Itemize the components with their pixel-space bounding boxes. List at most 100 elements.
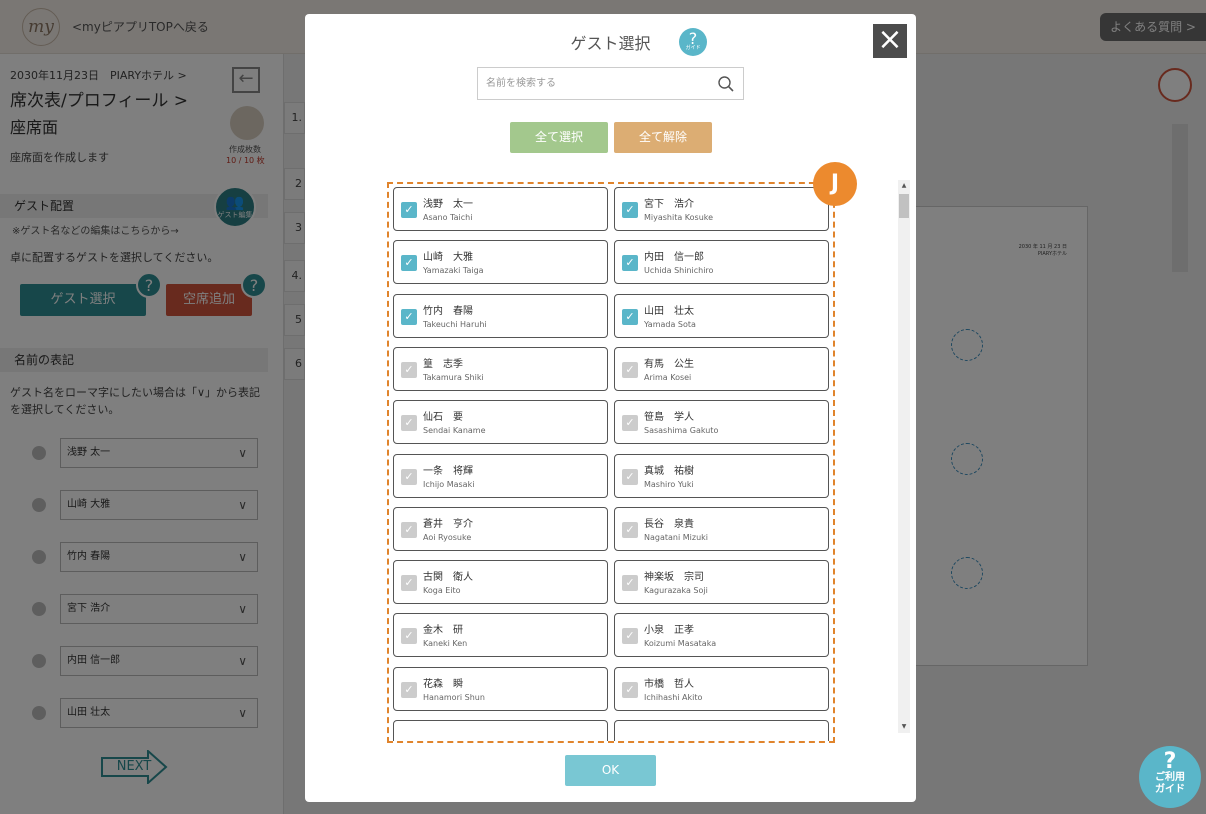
guest-name: 笹島 学人 bbox=[644, 412, 694, 424]
guest-name: 一条 将輝 bbox=[423, 465, 473, 477]
guest-card[interactable]: ✓ 浅野 太一 Asano Taichi bbox=[393, 187, 608, 231]
guest-card[interactable]: ✓ 一条 将輝 Ichijo Masaki bbox=[393, 453, 608, 498]
close-button[interactable]: × bbox=[873, 24, 907, 58]
guest-romaji: Mashiro Yuki bbox=[644, 479, 694, 489]
guest-romaji: Yamada Sota bbox=[644, 319, 696, 329]
guest-romaji: Nagatani Mizuki bbox=[644, 532, 708, 542]
guest-list: ✓ 浅野 太一 Asano Taichi ✓ 宮下 浩介 Miyashita Kosuke… bbox=[387, 182, 835, 743]
guest-name: 市橋 哲人 bbox=[644, 678, 694, 690]
scroll-down-icon[interactable]: ▼ bbox=[898, 721, 910, 733]
guest-checkbox[interactable]: ✓ bbox=[622, 628, 638, 645]
guest-romaji: Aoi Ryosuke bbox=[423, 532, 472, 542]
guest-checkbox[interactable]: ✓ bbox=[622, 361, 638, 378]
guest-card[interactable]: ✓ 笹島 学人 Sasashima Gakuto bbox=[614, 400, 829, 445]
guest-checkbox[interactable]: ✓ bbox=[401, 575, 417, 592]
search-icon[interactable] bbox=[717, 75, 735, 93]
guest-checkbox[interactable]: ✓ bbox=[622, 468, 638, 485]
guest-name: 山田 壮太 bbox=[644, 305, 694, 317]
guest-checkbox[interactable]: ✓ bbox=[622, 308, 638, 325]
guest-name: 神楽坂 宗司 bbox=[644, 572, 704, 584]
guest-checkbox[interactable]: ✓ bbox=[622, 415, 638, 432]
guest-card[interactable]: ✓ 篁 志季 Takamura Shiki bbox=[393, 346, 608, 391]
usage-guide-button[interactable]: ? ご利用 ガイド bbox=[1139, 746, 1201, 808]
guest-checkbox[interactable]: ✓ bbox=[401, 415, 417, 432]
guest-romaji: Ichijo Masaki bbox=[423, 479, 475, 489]
guest-name: 金木 研 bbox=[423, 625, 463, 637]
guest-romaji: Hanamori Shun bbox=[423, 692, 485, 702]
guest-name: 長谷 泉貴 bbox=[644, 518, 694, 530]
guest-select-modal: ゲスト選択 ?ガイド × 全て選択 全て解除 ✓ 浅野 太一 Asano Taich… bbox=[305, 14, 916, 802]
question-icon: ? bbox=[1163, 749, 1177, 774]
guest-checkbox[interactable]: ✓ bbox=[401, 308, 417, 325]
guest-name: 宮下 浩介 bbox=[644, 199, 694, 210]
guest-romaji: Uchida Shinichiro bbox=[644, 266, 714, 276]
annotation-badge: J bbox=[813, 162, 857, 206]
guest-card[interactable]: ✓ 金木 研 Kaneki Ken bbox=[393, 613, 608, 658]
guest-name: 山崎 大雅 bbox=[423, 252, 473, 264]
guest-romaji: Takeuchi Haruhi bbox=[423, 319, 487, 329]
guest-name: 蒼井 亨介 bbox=[423, 518, 473, 530]
scrollbar[interactable]: ▲ ▼ bbox=[898, 180, 910, 733]
guest-name: 内田 信一郎 bbox=[644, 252, 704, 264]
guest-name: 篁 志季 bbox=[423, 358, 463, 370]
guest-card[interactable]: ✓ 竹内 春陽 Takeuchi Haruhi bbox=[393, 293, 608, 338]
guest-romaji: Asano Taichi bbox=[423, 213, 473, 222]
guest-card[interactable]: ✓ 花森 瞬 Hanamori Shun bbox=[393, 666, 608, 711]
guest-name: 古関 衛人 bbox=[423, 572, 473, 584]
guest-checkbox[interactable]: ✓ bbox=[622, 255, 638, 272]
guest-checkbox[interactable]: ✓ bbox=[401, 681, 417, 698]
guest-checkbox[interactable]: ✓ bbox=[401, 521, 417, 538]
select-all-button[interactable]: 全て選択 bbox=[510, 122, 608, 153]
guest-card[interactable]: ✓ 神楽坂 宗司 Kagurazaka Soji bbox=[614, 560, 829, 605]
guest-card[interactable]: ✓ 有馬 公生 Arima Kosei bbox=[614, 346, 829, 391]
guest-checkbox[interactable]: ✓ bbox=[622, 202, 638, 218]
guest-checkbox[interactable]: ✓ bbox=[401, 628, 417, 645]
deselect-all-button[interactable]: 全て解除 bbox=[614, 122, 712, 153]
guest-name: 浅野 太一 bbox=[423, 199, 473, 210]
guest-card[interactable]: ✓ 小泉 正孝 Koizumi Masataka bbox=[614, 613, 829, 658]
guest-checkbox[interactable]: ✓ bbox=[622, 521, 638, 538]
guest-card[interactable]: ✓ 内田 信一郎 Uchida Shinichiro bbox=[614, 240, 829, 285]
guest-checkbox[interactable]: ✓ bbox=[401, 361, 417, 378]
guest-romaji: Kagurazaka Soji bbox=[644, 586, 708, 596]
guest-card[interactable]: ✓ 市橋 哲人 Ichihashi Akito bbox=[614, 666, 829, 711]
scroll-up-icon[interactable]: ▲ bbox=[898, 180, 910, 192]
guide-label: ご利用 ガイド bbox=[1155, 772, 1185, 795]
ok-button[interactable]: OK bbox=[565, 755, 656, 786]
guest-romaji: Yamazaki Taiga bbox=[423, 266, 484, 276]
guest-card[interactable]: ✓ 宮下 浩介 Miyashita Kosuke bbox=[614, 187, 829, 231]
guest-checkbox[interactable]: ✓ bbox=[622, 681, 638, 698]
guest-name: 有馬 公生 bbox=[644, 358, 694, 370]
guest-card[interactable]: ✓ 古関 衛人 Koga Eito bbox=[393, 560, 608, 605]
guest-checkbox[interactable]: ✓ bbox=[401, 468, 417, 485]
guest-card-partial[interactable] bbox=[393, 720, 608, 741]
help-icon[interactable]: ? ガイド bbox=[679, 28, 707, 56]
guest-romaji: Koga Eito bbox=[423, 586, 461, 596]
guest-name: 花森 瞬 bbox=[423, 678, 463, 690]
search-box bbox=[477, 67, 744, 100]
scroll-thumb[interactable] bbox=[899, 194, 909, 218]
guest-romaji: Sasashima Gakuto bbox=[644, 426, 719, 436]
guest-card[interactable]: ✓ 蒼井 亨介 Aoi Ryosuke bbox=[393, 506, 608, 551]
guest-name: 竹内 春陽 bbox=[423, 305, 473, 317]
guest-card[interactable]: ✓ 山崎 大雅 Yamazaki Taiga bbox=[393, 240, 608, 285]
guest-name: 真城 祐樹 bbox=[644, 465, 694, 477]
guest-card[interactable]: ✓ 真城 祐樹 Mashiro Yuki bbox=[614, 453, 829, 498]
guest-checkbox[interactable]: ✓ bbox=[622, 575, 638, 592]
guest-checkbox[interactable]: ✓ bbox=[401, 255, 417, 272]
guest-card-partial[interactable] bbox=[614, 720, 829, 741]
guest-name: 小泉 正孝 bbox=[644, 625, 694, 637]
guest-card[interactable]: ✓ 山田 壮太 Yamada Sota bbox=[614, 293, 829, 338]
guest-romaji: Takamura Shiki bbox=[423, 372, 484, 382]
guest-checkbox[interactable]: ✓ bbox=[401, 202, 417, 218]
search-input[interactable] bbox=[478, 68, 708, 99]
guest-romaji: Sendai Kaname bbox=[423, 426, 486, 436]
guest-romaji: Kaneki Ken bbox=[423, 639, 468, 649]
guest-card[interactable]: ✓ 仙石 要 Sendai Kaname bbox=[393, 400, 608, 445]
guest-romaji: Ichihashi Akito bbox=[644, 692, 703, 702]
guest-romaji: Koizumi Masataka bbox=[644, 639, 717, 649]
guest-romaji: Miyashita Kosuke bbox=[644, 213, 714, 222]
guest-romaji: Arima Kosei bbox=[644, 372, 692, 382]
guest-name: 仙石 要 bbox=[423, 412, 463, 424]
guest-card[interactable]: ✓ 長谷 泉貴 Nagatani Mizuki bbox=[614, 506, 829, 551]
